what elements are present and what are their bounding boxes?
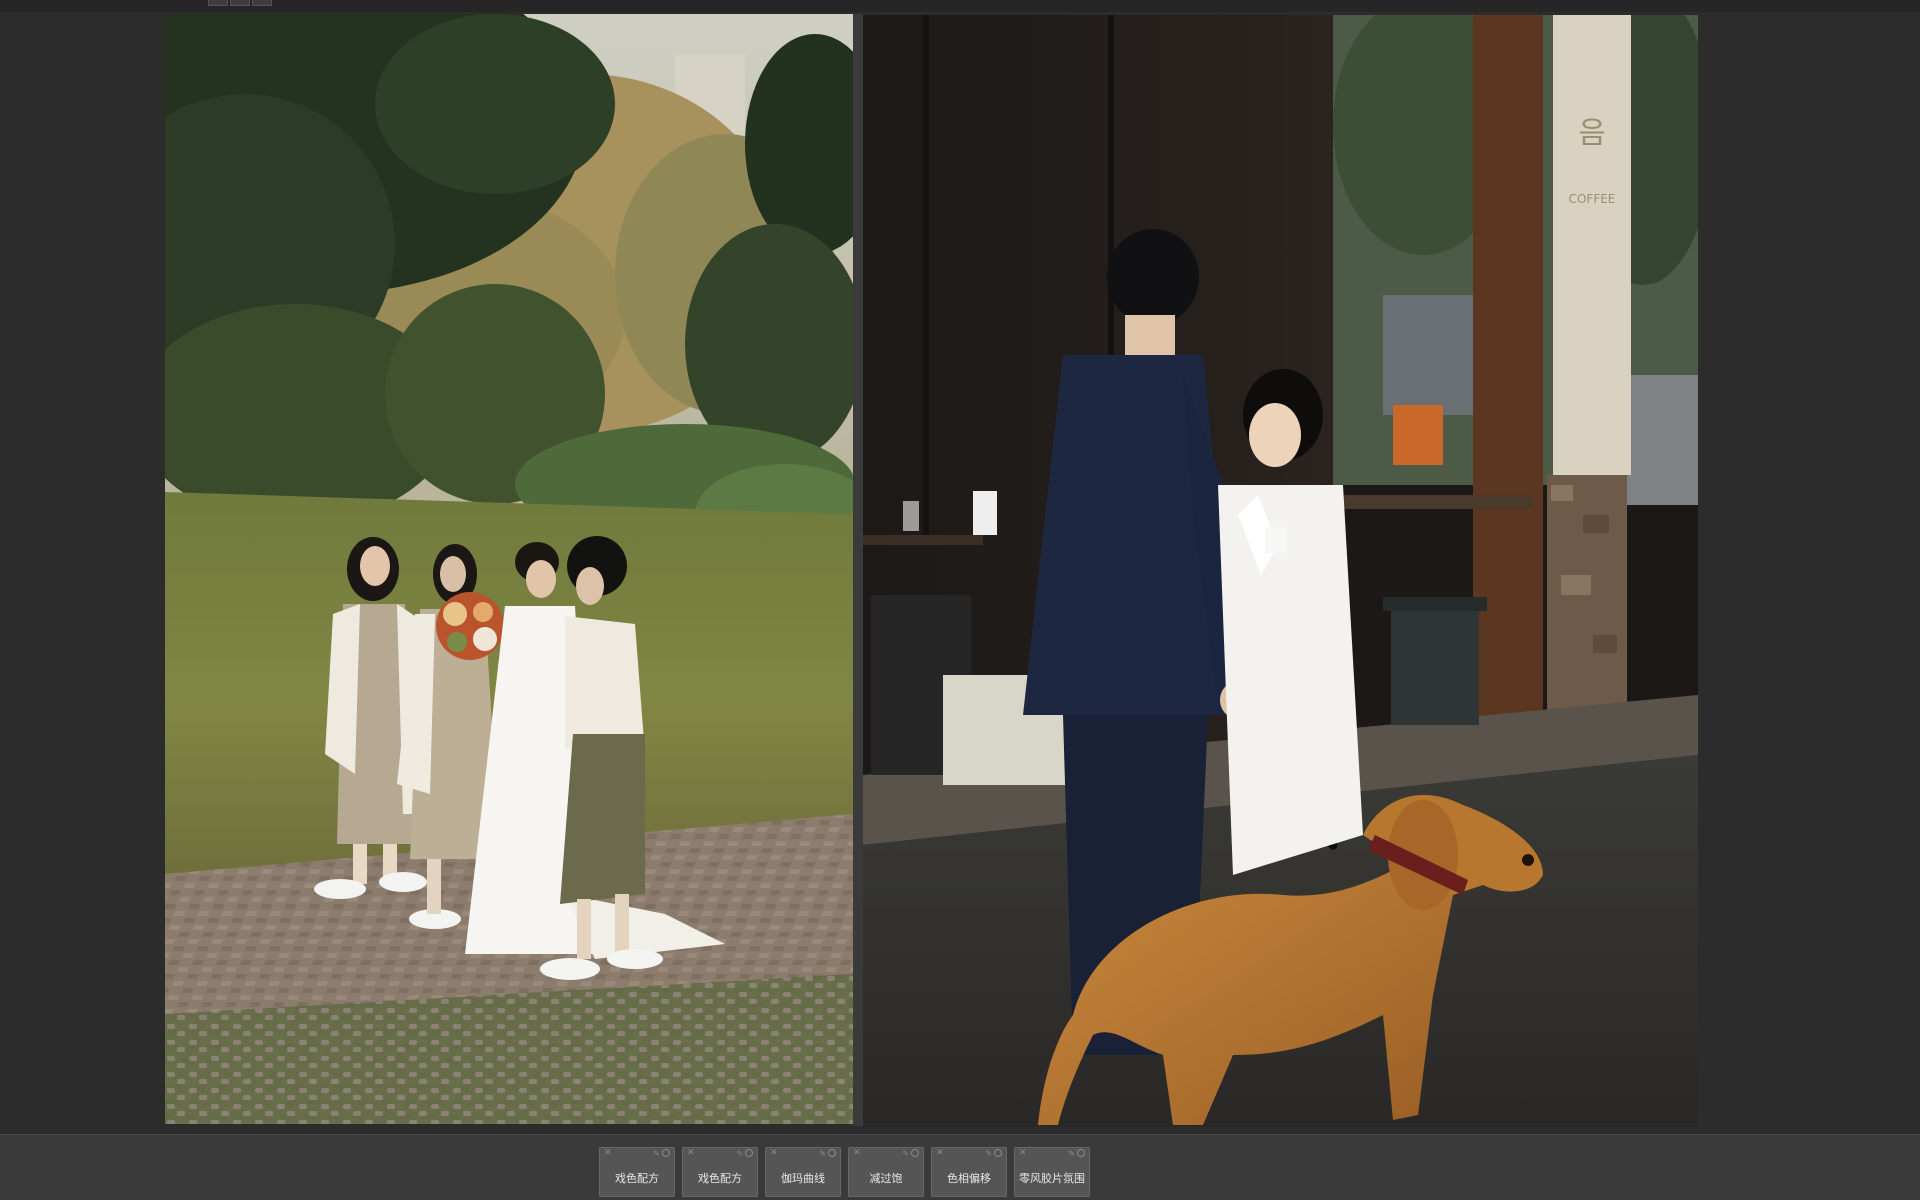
- photo-divider: [853, 14, 863, 1126]
- top-tab[interactable]: [208, 0, 228, 6]
- sign-coffee-text: COFFEE: [1569, 192, 1616, 206]
- preset-button[interactable]: ✕ ✎ 戏色配方: [682, 1147, 758, 1197]
- pin-icon[interactable]: ✎: [902, 1149, 909, 1158]
- close-icon[interactable]: ✕: [687, 1149, 695, 1158]
- preset-list: ✕ ✎ 戏色配方 ✕ ✎ 戏色配方 ✕ ✎ 伽玛曲线 ✕ ✎ 减过饱 ✕ ✎ 色…: [599, 1147, 1090, 1197]
- preset-button[interactable]: ✕ ✎ 色相偏移: [931, 1147, 1007, 1197]
- top-tab[interactable]: [230, 0, 250, 6]
- couple-photo-art: 음 COFFEE: [863, 15, 1698, 1127]
- preset-button[interactable]: ✕ ✎ 戏色配方: [599, 1147, 675, 1197]
- preset-label: 戏色配方: [698, 1172, 742, 1185]
- preset-bar: ✕ ✎ 戏色配方 ✕ ✎ 戏色配方 ✕ ✎ 伽玛曲线 ✕ ✎ 减过饱 ✕ ✎ 色…: [0, 1134, 1920, 1200]
- bridesmaids-photo-art: [165, 14, 853, 1124]
- preset-button[interactable]: ✕ ✎ 减过饱: [848, 1147, 924, 1197]
- photo-right-couple-dog[interactable]: 음 COFFEE: [863, 15, 1698, 1127]
- close-icon[interactable]: ✕: [604, 1149, 612, 1158]
- preset-label: 零风胶片氛围: [1019, 1172, 1085, 1185]
- settings-icon[interactable]: [1077, 1149, 1085, 1157]
- preset-button[interactable]: ✕ ✎ 零风胶片氛围: [1014, 1147, 1090, 1197]
- close-icon[interactable]: ✕: [1019, 1149, 1027, 1158]
- preset-label: 戏色配方: [615, 1172, 659, 1185]
- pin-icon[interactable]: ✎: [1068, 1149, 1075, 1158]
- close-icon[interactable]: ✕: [853, 1149, 861, 1158]
- close-icon[interactable]: ✕: [770, 1149, 778, 1158]
- photo-left-bridesmaids[interactable]: [165, 14, 853, 1124]
- settings-icon[interactable]: [745, 1149, 753, 1157]
- close-icon[interactable]: ✕: [936, 1149, 944, 1158]
- preset-label: 伽玛曲线: [781, 1172, 825, 1185]
- settings-icon[interactable]: [828, 1149, 836, 1157]
- settings-icon[interactable]: [994, 1149, 1002, 1157]
- pin-icon[interactable]: ✎: [653, 1149, 660, 1158]
- preset-button[interactable]: ✕ ✎ 伽玛曲线: [765, 1147, 841, 1197]
- top-tab[interactable]: [252, 0, 272, 6]
- photo-editor-window: 음 COFFEE ✕ ✎ 戏色配方 ✕ ✎ 戏色配方 ✕ ✎ 伽玛曲线 ✕ ✎ …: [0, 0, 1920, 1200]
- preset-label: 减过饱: [869, 1172, 903, 1185]
- settings-icon[interactable]: [911, 1149, 919, 1157]
- svg-text:음: 음: [1578, 116, 1606, 151]
- top-tabs: [208, 0, 272, 6]
- pin-icon[interactable]: ✎: [985, 1149, 992, 1158]
- settings-icon[interactable]: [662, 1149, 670, 1157]
- pin-icon[interactable]: ✎: [819, 1149, 826, 1158]
- preset-label: 色相偏移: [947, 1172, 991, 1185]
- image-canvas[interactable]: 음 COFFEE: [0, 12, 1920, 1134]
- pin-icon[interactable]: ✎: [736, 1149, 743, 1158]
